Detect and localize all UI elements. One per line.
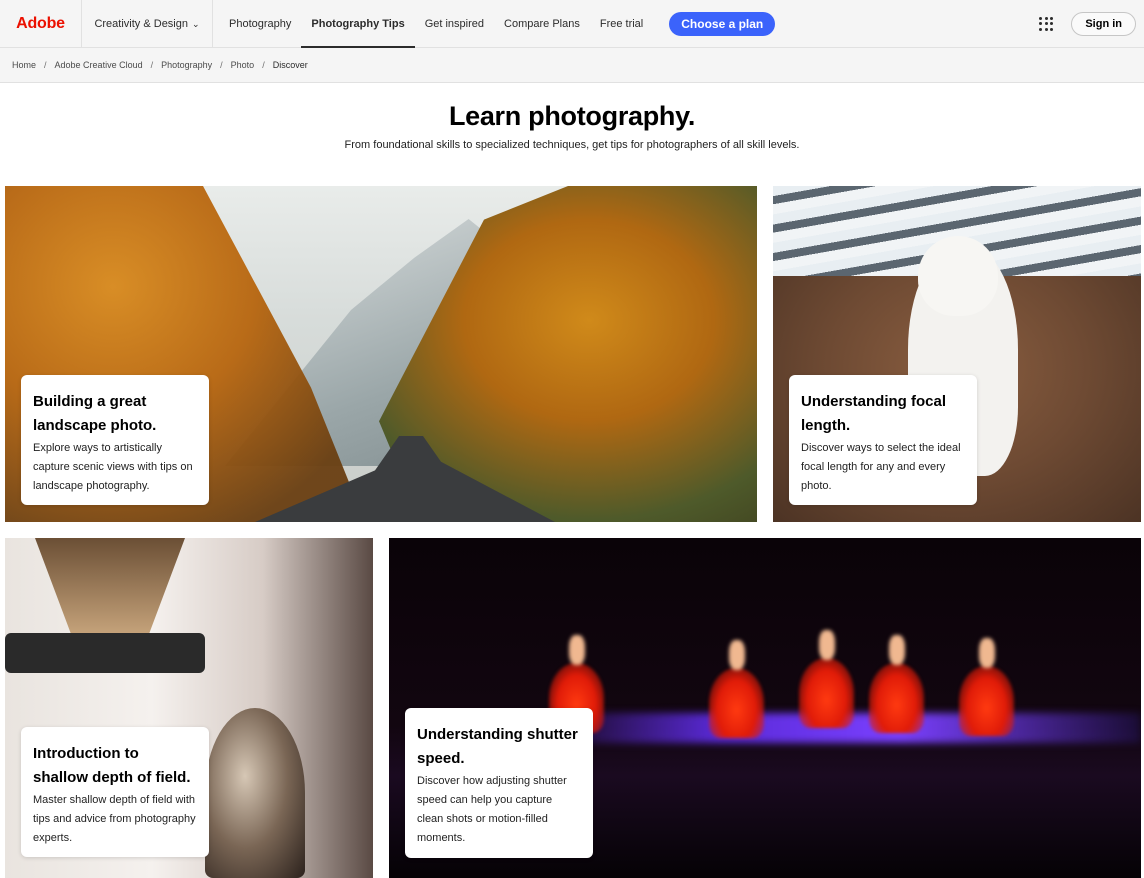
chevron-down-icon: ⌄	[192, 18, 200, 29]
nav-link-photography-tips[interactable]: Photography Tips	[301, 0, 416, 48]
apps-grid-icon[interactable]	[1039, 16, 1054, 31]
adobe-logo[interactable]: Adobe	[0, 0, 82, 47]
breadcrumb-home[interactable]: Home	[12, 60, 36, 70]
breadcrumb-creative-cloud[interactable]: Adobe Creative Cloud	[55, 60, 143, 70]
breadcrumb-separator: /	[150, 60, 154, 70]
card-description: Discover how adjusting shutter speed can…	[417, 775, 567, 844]
nav-link-free-trial[interactable]: Free trial	[590, 0, 653, 47]
breadcrumb-separator: /	[220, 60, 223, 70]
card-title: Introduction to shallow depth of field.	[33, 745, 191, 786]
card-description: Explore ways to artistically capture sce…	[33, 442, 193, 492]
card-description: Master shallow depth of field with tips …	[33, 794, 196, 844]
card-description: Discover ways to select the ideal focal …	[801, 442, 961, 492]
choose-plan-button[interactable]: Choose a plan	[669, 11, 776, 36]
brand-name: Adobe	[16, 14, 65, 32]
card-caption: Understanding focal length. Discover way…	[789, 375, 977, 505]
card-focal-length[interactable]: Understanding focal length. Discover way…	[773, 186, 1141, 522]
card-shutter-speed[interactable]: Understanding shutter speed. Discover ho…	[389, 538, 1141, 878]
card-caption: Introduction to shallow depth of field. …	[21, 727, 209, 857]
card-caption: Building a great landscape photo. Explor…	[21, 375, 209, 505]
breadcrumb-photography[interactable]: Photography	[161, 60, 212, 70]
global-nav: Adobe Creativity & Design ⌄ Photography …	[0, 0, 1144, 48]
category-label: Creativity & Design	[94, 17, 188, 30]
nav-link-compare-plans[interactable]: Compare Plans	[494, 0, 590, 47]
card-title: Understanding shutter speed.	[417, 726, 578, 767]
card-landscape-photo[interactable]: Building a great landscape photo. Explor…	[5, 186, 757, 522]
nav-links: Photography Photography Tips Get inspire…	[219, 0, 653, 48]
breadcrumb-discover: Discover	[272, 60, 308, 70]
breadcrumb-separator: /	[262, 60, 265, 70]
nav-link-photography[interactable]: Photography	[219, 0, 301, 47]
page-subtitle: From foundational skills to specialized …	[344, 139, 800, 151]
hero: Learn photography. From foundational ski…	[0, 98, 1144, 151]
card-title: Building a great landscape photo.	[33, 393, 157, 434]
card-caption: Understanding shutter speed. Discover ho…	[405, 708, 593, 858]
card-title: Understanding focal length.	[801, 393, 947, 434]
category-dropdown[interactable]: Creativity & Design ⌄	[82, 0, 213, 47]
card-depth-of-field[interactable]: Introduction to shallow depth of field. …	[5, 538, 373, 878]
nav-link-get-inspired[interactable]: Get inspired	[415, 0, 494, 47]
breadcrumb-photo[interactable]: Photo	[231, 60, 255, 70]
sign-in-button[interactable]: Sign in	[1071, 11, 1136, 36]
breadcrumb: Home / Adobe Creative Cloud / Photograph…	[0, 48, 1144, 83]
page-title: Learn photography.	[448, 101, 696, 131]
breadcrumb-separator: /	[44, 60, 47, 70]
nav-tools: Sign in	[1039, 0, 1144, 47]
